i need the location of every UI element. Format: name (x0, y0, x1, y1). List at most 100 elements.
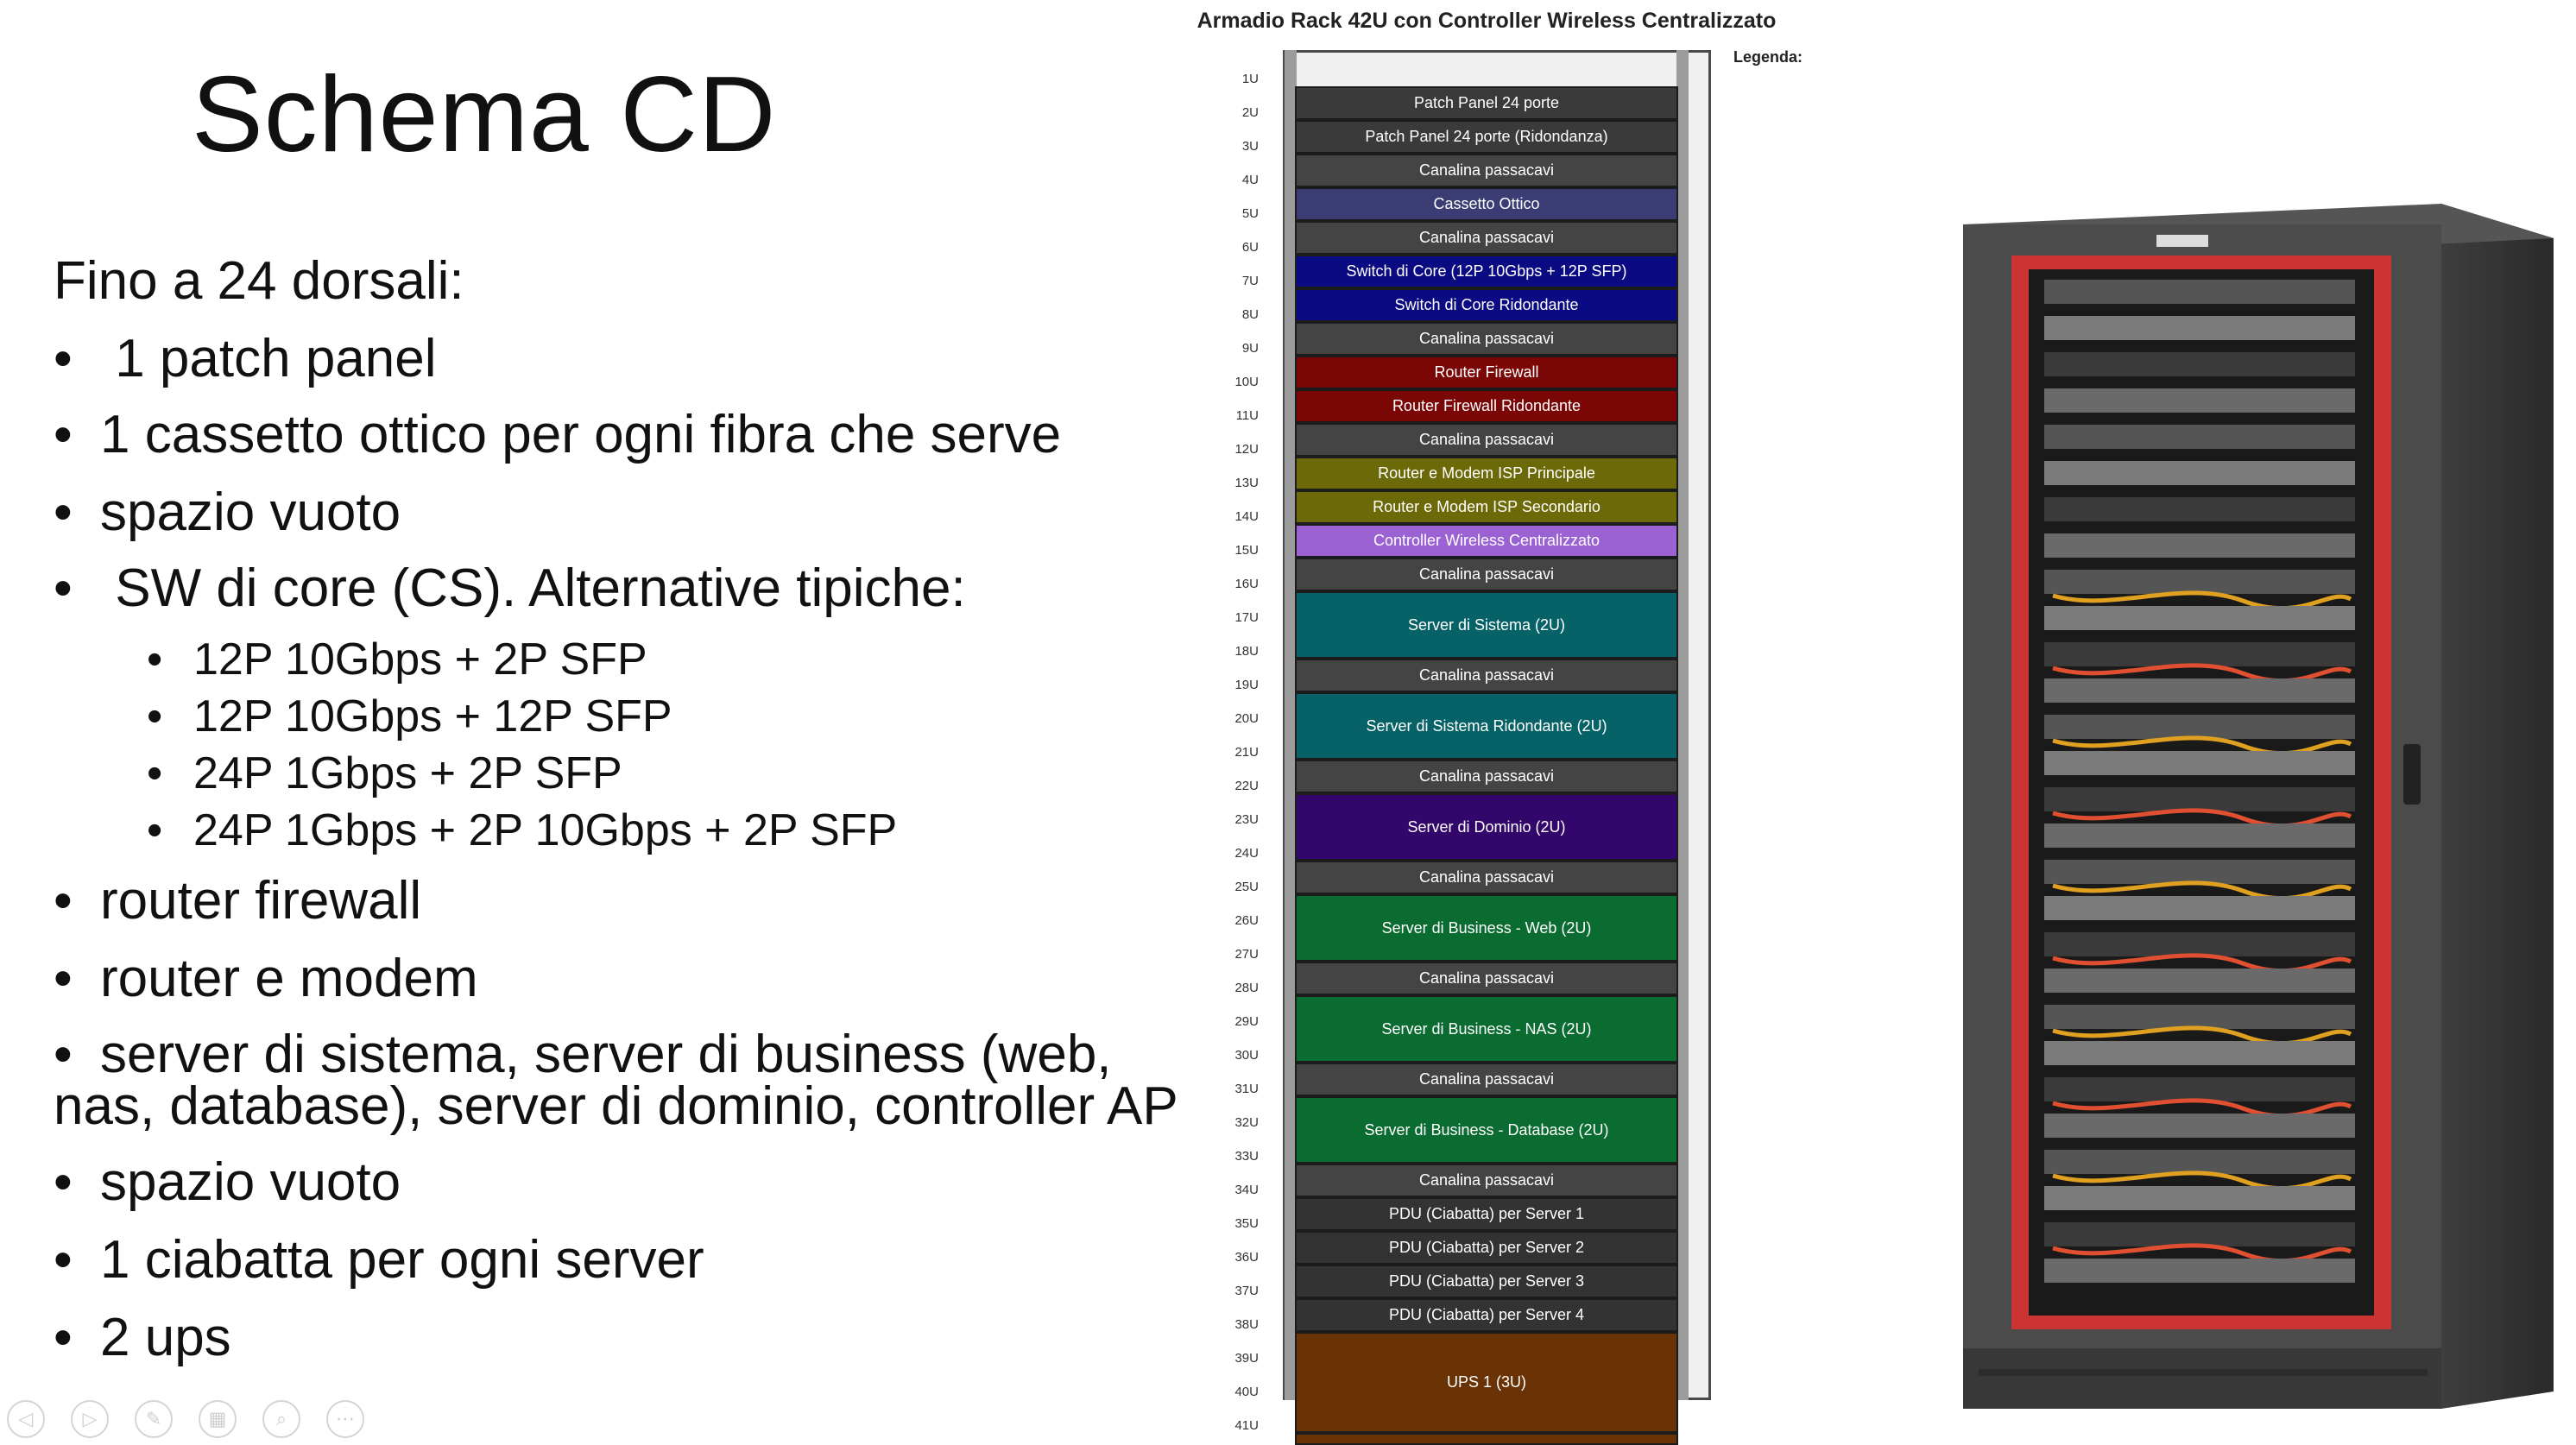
prev-slide-button[interactable]: ◁ (7, 1400, 45, 1438)
slides-grid-button[interactable]: ▦ (199, 1400, 237, 1438)
bullet-dot: • (54, 329, 73, 388)
rack-equipment-label: Canalina passacavi (1418, 969, 1555, 987)
next-slide-button[interactable]: ▷ (71, 1400, 109, 1438)
rack-equipment-label: PDU (Ciabatta) per Server 1 (1388, 1205, 1585, 1222)
rack-unit-label: 39U (1234, 1351, 1259, 1366)
rack-unit-label: 37U (1234, 1284, 1259, 1298)
rack-equipment-slot: Router Firewall (1295, 356, 1678, 389)
rack-unit-label: 4U (1241, 173, 1259, 187)
more-button[interactable]: ⋯ (326, 1400, 364, 1438)
pen-button[interactable]: ✎ (135, 1400, 173, 1438)
rack-unit-label: 14U (1234, 509, 1259, 524)
bullet-dot: • (54, 558, 73, 618)
rack-equipment-slot: PDU (Ciabatta) per Server 4 (1295, 1298, 1678, 1332)
bullet-text: 12P 10Gbps + 12P SFP (193, 691, 672, 741)
bullet-item: • router firewall (54, 871, 421, 931)
rack-unit-label: 31U (1234, 1082, 1259, 1096)
presentation-toolbar: ◁ ▷ ✎ ▦ ⌕ ⋯ (7, 1400, 364, 1440)
rack-equipment-label: Router Firewall Ridondante (1392, 397, 1582, 414)
bullet-item: • server di sistema, server di business (… (54, 1025, 1112, 1084)
rack-equipment-slot: Patch Panel 24 porte (1295, 86, 1678, 120)
rack-equipment-label: PDU (Ciabatta) per Server 4 (1388, 1306, 1585, 1323)
rack-rail-right (1676, 50, 1689, 1400)
bullet-dot: • (147, 805, 163, 855)
rack-equipment-slot: Canalina passacavi (1295, 221, 1678, 255)
rack-equipment-slot: Canalina passacavi (1295, 659, 1678, 692)
bullet-text: 2 ups (100, 1308, 231, 1367)
zoom-button[interactable]: ⌕ (262, 1400, 300, 1438)
rack-unit-label: 1U (1241, 72, 1259, 86)
bullet-dot: • (54, 405, 73, 464)
rack-equipment-label: Server di Sistema (2U) (1407, 615, 1566, 634)
rack-unit-label: 23U (1234, 812, 1259, 827)
bullet-item: • spazio vuoto (54, 486, 401, 540)
bullet-text: router e modem (100, 949, 478, 1008)
rack-equipment-slot: Switch di Core Ridondante (1295, 288, 1678, 322)
rack-equipment-slot: Server di Dominio (2U) (1295, 793, 1678, 861)
rack-equipment-label: Server di Sistema Ridondante (2U) (1366, 716, 1607, 735)
rack-equipment-slot: Canalina passacavi (1295, 962, 1678, 995)
rack-unit-label: 17U (1234, 610, 1259, 625)
rack-equipment-label: Canalina passacavi (1418, 229, 1555, 246)
pen-icon: ✎ (145, 1408, 162, 1430)
bullet-text: server di sistema, server di business (w… (100, 1025, 1112, 1084)
bullet-dot: • (147, 634, 163, 685)
rack-unit-label: 3U (1241, 139, 1259, 154)
rack-equipment-label: Patch Panel 24 porte (1413, 94, 1560, 111)
rack-unit-label: 38U (1234, 1317, 1259, 1332)
bullet-dot: • (54, 1308, 73, 1367)
bullet-dot: • (54, 871, 73, 931)
rack-unit-label: 19U (1234, 678, 1259, 692)
rack-equipment-label: Canalina passacavi (1418, 431, 1555, 448)
bullet-item: • 2 ups (54, 1308, 231, 1367)
rack-equipment-slot: Router e Modem ISP Secondario (1295, 490, 1678, 524)
rack-equipment-label: Server di Dominio (2U) (1407, 817, 1566, 836)
bullet-item: • 1 ciabatta per ogni server (54, 1230, 704, 1290)
zoom-icon: ⌕ (275, 1408, 287, 1430)
rack-equipment-slot: PDU (Ciabatta) per Server 3 (1295, 1265, 1678, 1298)
rack-cabinet-photo (1963, 204, 2554, 1409)
rack-equipment-slot: Server di Sistema Ridondante (2U) (1295, 692, 1678, 760)
rack-equipment-slot: Canalina passacavi (1295, 1164, 1678, 1197)
rack-unit-label: 24U (1234, 846, 1259, 861)
bullet-text: nas, database), server di dominio, contr… (54, 1076, 1178, 1136)
rack-unit-label: 6U (1241, 240, 1259, 255)
rack-unit-label: 32U (1234, 1115, 1259, 1130)
rack-unit-label: 36U (1234, 1250, 1259, 1265)
bullet-text: spazio vuoto (100, 483, 401, 542)
rack-equipment-label: Server di Business - Database (2U) (1364, 1120, 1609, 1139)
more-icon: ⋯ (336, 1408, 355, 1430)
rack-equipment-label: Switch di Core Ridondante (1394, 296, 1579, 313)
rack-equipment-label: Server di Business - NAS (2U) (1381, 1019, 1592, 1038)
rack-equipment-slot: Canalina passacavi (1295, 1063, 1678, 1096)
rack-equipment-label: Router e Modem ISP Secondario (1373, 498, 1601, 515)
rack-equipment-label: Router Firewall (1434, 363, 1539, 381)
rack-unit-label: 11U (1235, 408, 1259, 423)
rack-equipment-slot: Server di Sistema (2U) (1295, 591, 1678, 659)
rack-equipment-slot: Canalina passacavi (1295, 322, 1678, 356)
sub-bullet-item: • 24P 1Gbps + 2P SFP (147, 748, 622, 799)
rack-equipment-label: Canalina passacavi (1418, 666, 1555, 684)
rack-equipment-slot: Server di Business - NAS (2U) (1295, 995, 1678, 1063)
sub-bullet-item: • 24P 1Gbps + 2P 10Gbps + 2P SFP (147, 805, 897, 856)
bullet-dot: • (54, 1152, 73, 1212)
bullet-dot: • (54, 1025, 73, 1084)
rack-equipment-slot: PDU (Ciabatta) per Server 2 (1295, 1231, 1678, 1265)
sub-bullet-item: • 12P 10Gbps + 2P SFP (147, 634, 647, 685)
rack-equipment-slot: Router Firewall Ridondante (1295, 389, 1678, 423)
bullet-item: • spazio vuoto (54, 1152, 401, 1212)
rack-equipment-slot: Switch di Core (12P 10Gbps + 12P SFP) (1295, 255, 1678, 288)
rack-unit-label: 12U (1234, 442, 1259, 457)
rack-equipment-label: Canalina passacavi (1418, 161, 1555, 179)
rack-equipment-slot: UPS 1 (3U) (1295, 1332, 1678, 1433)
bullet-text: 24P 1Gbps + 2P SFP (193, 748, 622, 798)
bullet-item: • 1 cassetto ottico per ogni fibra che se… (54, 405, 1061, 464)
bullet-dot: • (54, 1230, 73, 1290)
rack-unit-label: 15U (1234, 543, 1259, 558)
sub-bullet-item: • 12P 10Gbps + 12P SFP (147, 691, 672, 742)
prev-slide-icon: ◁ (18, 1408, 34, 1430)
bullet-text: spazio vuoto (100, 1152, 401, 1212)
rack-equipment-slot (1295, 1433, 1678, 1445)
rack-unit-label: 20U (1234, 711, 1259, 726)
rack-unit-label: 29U (1234, 1014, 1259, 1029)
